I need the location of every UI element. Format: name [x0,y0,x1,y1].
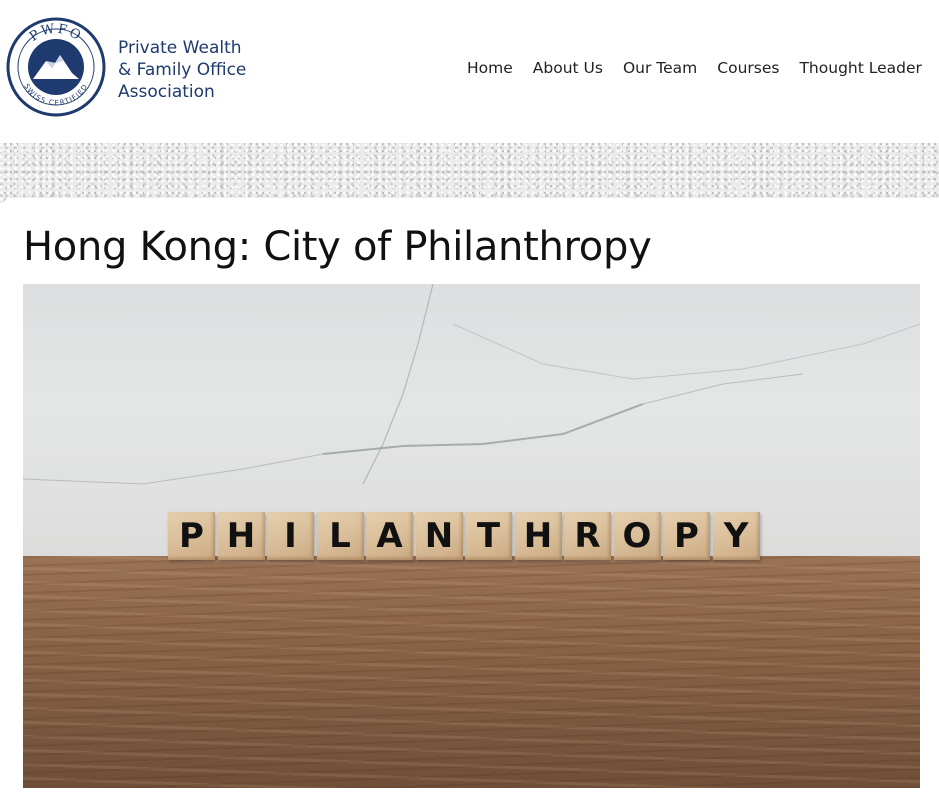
textured-banner [0,143,939,203]
letter-block: O [613,512,661,560]
letter-block: R [564,512,611,560]
featured-image: PHILANTHROPY [23,284,920,788]
logo-line-2: & Family Office [118,60,247,80]
post-title: Hong Kong: City of Philanthropy [23,224,652,270]
letter-block: P [663,512,710,560]
logo-badge[interactable]: PWFO SWISS CERTIFIED [6,17,106,117]
letter-block: L [316,512,364,560]
letter-block: Y [712,512,760,560]
letter-block: P [168,512,215,560]
nav-home[interactable]: Home [467,58,513,78]
nav-about-us[interactable]: About Us [533,58,603,78]
wooden-surface [23,556,920,788]
logo-wordmark[interactable]: Private Wealth & Family Office Associati… [118,37,246,103]
letter-block: I [267,512,314,560]
letter-block: H [217,512,265,560]
nav-thought-leader[interactable]: Thought Leader [799,58,921,78]
letter-block: A [366,512,413,560]
nav-our-team[interactable]: Our Team [623,58,697,78]
letter-block: H [514,512,562,560]
nav-courses[interactable]: Courses [717,58,779,78]
logo-line-1: Private Wealth [118,38,242,58]
main-nav: Home About Us Our Team Courses Thought L… [467,58,939,78]
letter-block: N [415,512,463,560]
logo-line-3: Association [118,82,215,102]
site-header: PWFO SWISS CERTIFIED Private Wealth & Fa… [0,0,939,143]
letter-blocks: PHILANTHROPY [168,512,762,562]
logo-seal-icon: PWFO SWISS CERTIFIED [6,17,106,117]
letter-block: T [465,512,512,560]
